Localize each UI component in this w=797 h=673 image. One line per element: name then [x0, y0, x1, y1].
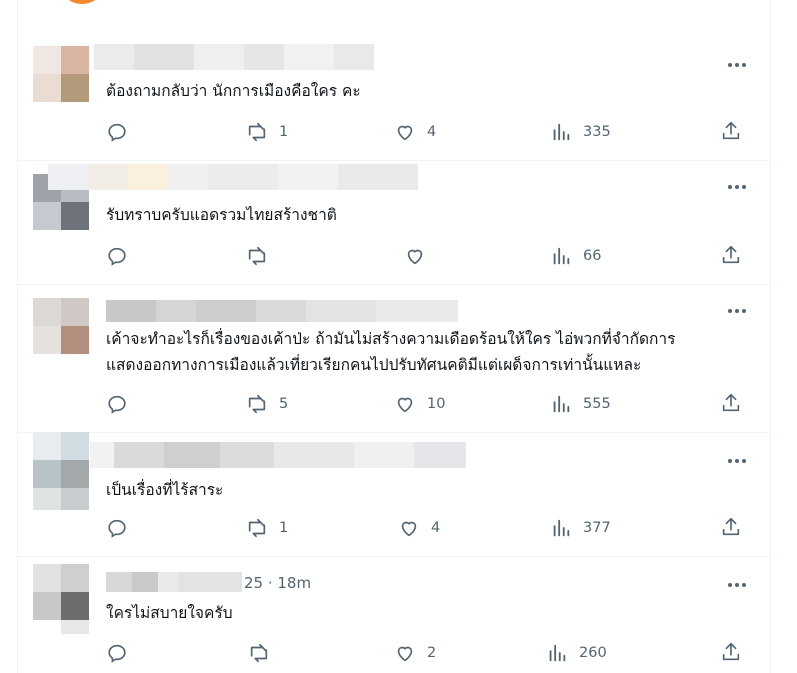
repost-icon: [248, 246, 266, 266]
like-icon: [397, 125, 413, 141]
share-button[interactable]: [720, 641, 742, 665]
more-icon[interactable]: [724, 576, 750, 594]
views-button[interactable]: 260: [546, 641, 607, 665]
like-button[interactable]: 10: [394, 392, 445, 416]
share-button[interactable]: [720, 516, 742, 540]
more-icon[interactable]: [724, 302, 750, 320]
share-icon: [722, 245, 740, 264]
reply-button[interactable]: [106, 641, 139, 665]
repost-icon: [248, 394, 266, 414]
views-icon: [549, 644, 566, 662]
repost-icon: [248, 518, 266, 538]
like-icon: [407, 249, 423, 265]
like-icon: [401, 521, 417, 537]
like-icon: [397, 646, 413, 662]
repost-button[interactable]: 1: [246, 120, 288, 144]
more-icon[interactable]: [724, 56, 750, 74]
views-icon: [553, 247, 570, 265]
share-icon: [722, 642, 740, 661]
share-button[interactable]: [720, 120, 742, 144]
reply-1[interactable]: ต้องถามกลับว่า นักการเมืองคือใคร คะ 1 4 …: [18, 36, 770, 161]
more-icon[interactable]: [724, 452, 750, 470]
views-button[interactable]: 377: [550, 516, 611, 540]
reply-icon: [108, 123, 126, 142]
username-redacted: [48, 164, 418, 190]
like-button[interactable]: 4: [394, 120, 436, 144]
action-bar: 1 4 335: [106, 120, 746, 144]
reply-button[interactable]: [106, 516, 139, 540]
reply-button[interactable]: [106, 244, 139, 268]
reply-text: รับทราบครับแอดรวมไทยสร้างชาติ: [106, 206, 337, 224]
reply-text: เค้าจะทำอะไรก็เรื่องของเค้าป่ะ ถ้ามันไม่…: [106, 330, 676, 374]
reply-4[interactable]: เป็นเรื่องที่ไร้สาระ 1 4 377: [18, 432, 770, 557]
username-redacted: [94, 44, 374, 70]
views-button[interactable]: 66: [550, 244, 601, 268]
share-icon: [722, 393, 740, 412]
repost-button[interactable]: [246, 244, 279, 268]
action-bar: 66: [106, 244, 746, 268]
reply-5[interactable]: 25 · 18m ใครไม่สบายใจครับ 2 260: [18, 556, 770, 673]
avatar[interactable]: [65, 0, 99, 4]
like-button[interactable]: 2: [394, 641, 436, 665]
username-redacted: [106, 300, 458, 322]
repost-button[interactable]: 5: [246, 392, 288, 416]
reply-text: ใครไม่สบายใจครับ: [106, 604, 233, 622]
views-icon: [553, 519, 570, 537]
username-redacted: [106, 572, 242, 592]
reply-button[interactable]: [106, 392, 139, 416]
reply-thread: ต้องถามกลับว่า นักการเมืองคือใคร คะ 1 4 …: [17, 0, 771, 673]
avatar[interactable]: [33, 432, 89, 510]
reply-text: ต้องถามกลับว่า นักการเมืองคือใคร คะ: [106, 82, 361, 100]
repost-icon: [250, 643, 268, 663]
reply-icon: [108, 519, 126, 538]
share-icon: [722, 121, 740, 140]
reply-icon: [108, 395, 126, 414]
views-icon: [553, 395, 570, 413]
avatar[interactable]: [33, 298, 89, 354]
reply-icon: [108, 247, 126, 266]
views-icon: [553, 123, 570, 141]
share-icon: [722, 517, 740, 536]
repost-button[interactable]: 1: [246, 516, 288, 540]
reply-text: เป็นเรื่องที่ไร้สาระ: [106, 481, 224, 499]
post-time: 25 · 18m: [244, 574, 312, 592]
like-button[interactable]: 4: [398, 516, 440, 540]
avatar[interactable]: [33, 46, 89, 102]
repost-button[interactable]: [248, 641, 281, 665]
reply-icon: [108, 644, 126, 663]
more-icon[interactable]: [724, 178, 750, 196]
like-icon: [397, 397, 413, 413]
avatar[interactable]: [33, 564, 89, 634]
share-button[interactable]: [720, 392, 742, 416]
like-button[interactable]: [404, 244, 437, 268]
share-button[interactable]: [720, 244, 742, 268]
repost-icon: [248, 122, 266, 142]
action-bar: 5 10 555: [106, 392, 746, 416]
reply-2[interactable]: รับทราบครับแอดรวมไทยสร้างชาติ 66: [18, 160, 770, 285]
action-bar: 2 260: [106, 641, 746, 665]
action-bar: 1 4 377: [106, 516, 746, 540]
reply-button[interactable]: [106, 120, 139, 144]
username-redacted: [90, 442, 466, 468]
reply-3[interactable]: เค้าจะทำอะไรก็เรื่องของเค้าป่ะ ถ้ามันไม่…: [18, 284, 770, 433]
views-button[interactable]: 335: [550, 120, 611, 144]
views-button[interactable]: 555: [550, 392, 611, 416]
